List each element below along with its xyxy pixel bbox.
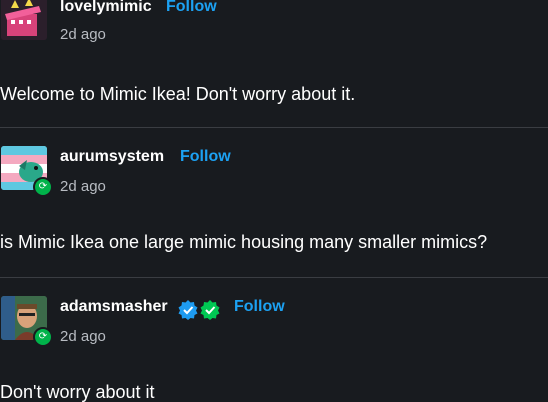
reblog-icon: ⟳ (33, 177, 53, 197)
timestamp[interactable]: 2d ago (60, 26, 106, 43)
reblog-entry: ⟳ adamsmasher Follow 2d ago Don't worry … (0, 296, 548, 402)
post-header: lovelymimic Follow 2d ago (0, 0, 548, 43)
blue-verified-badge-icon[interactable] (178, 300, 198, 320)
divider (0, 127, 548, 128)
post-body: Don't worry about it (0, 382, 155, 402)
follow-button[interactable]: Follow (180, 148, 231, 166)
username[interactable]: adamsmasher (60, 298, 168, 316)
divider (0, 277, 548, 278)
username[interactable]: aurumsystem (60, 148, 164, 166)
reblog-feed: lovelymimic Follow 2d ago Welcome to Mim… (0, 0, 548, 402)
post-header: ⟳ aurumsystem Follow 2d ago (0, 146, 548, 197)
follow-button[interactable]: Follow (166, 0, 217, 16)
reblog-entry: lovelymimic Follow 2d ago Welcome to Mim… (0, 0, 548, 128)
post-body: Welcome to Mimic Ikea! Don't worry about… (0, 84, 356, 104)
timestamp[interactable]: 2d ago (60, 328, 106, 345)
avatar[interactable] (1, 0, 47, 40)
mimic-box-icon (1, 0, 47, 40)
post-body: is Mimic Ikea one large mimic housing ma… (0, 232, 488, 252)
reblog-entry: ⟳ aurumsystem Follow 2d ago is Mimic Ike… (0, 146, 548, 276)
username[interactable]: lovelymimic (60, 0, 152, 16)
green-verified-badge-icon[interactable] (200, 300, 220, 320)
timestamp[interactable]: 2d ago (60, 178, 106, 195)
post-header: ⟳ adamsmasher Follow 2d ago (0, 296, 548, 347)
reblog-icon: ⟳ (33, 327, 53, 347)
follow-button[interactable]: Follow (234, 298, 285, 316)
